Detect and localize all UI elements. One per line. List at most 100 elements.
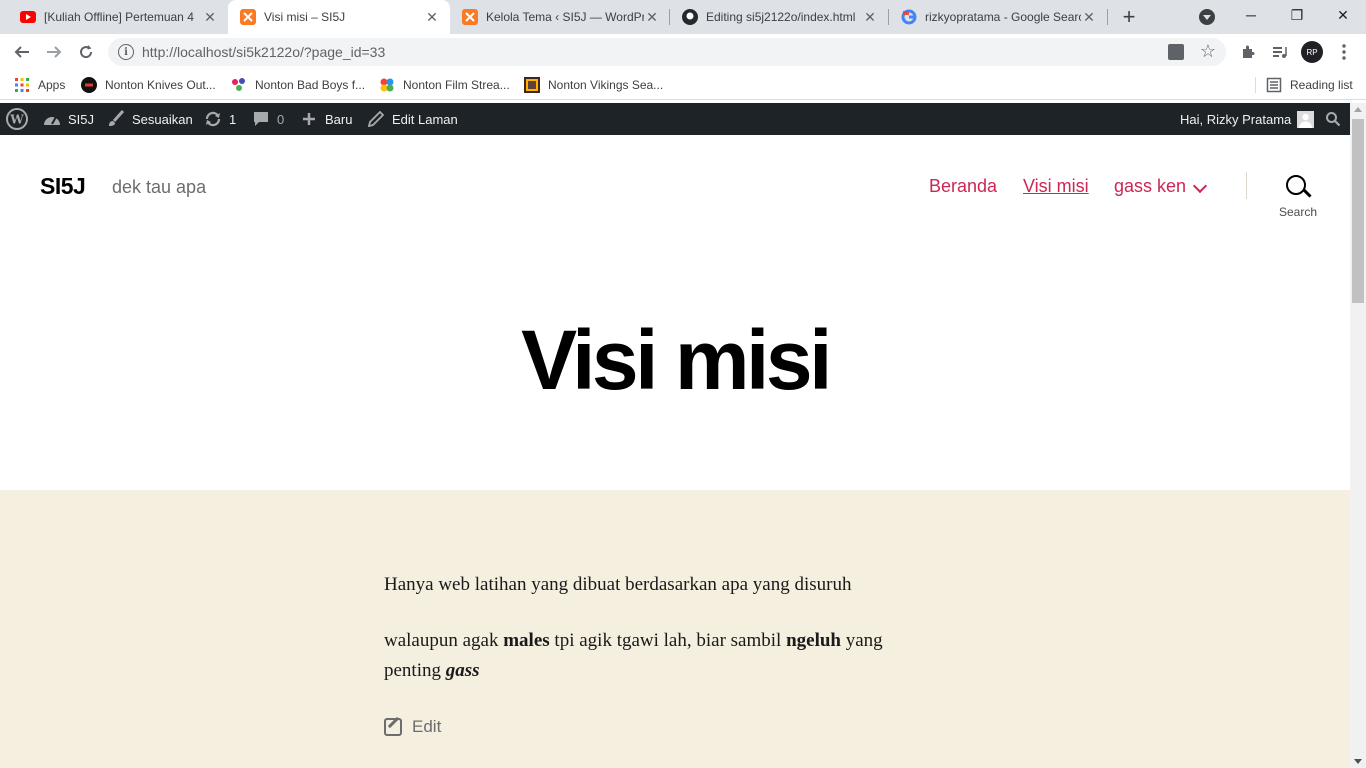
tab-separator [1107,9,1108,25]
adminbar-comments[interactable]: 0 [251,103,284,135]
profile-avatar[interactable]: RP [1301,41,1323,63]
scroll-down-arrow-icon[interactable] [1354,759,1362,764]
adminbar-site-name[interactable]: SI5J [42,103,94,135]
close-icon[interactable]: ✕ [1081,9,1097,25]
page-scrollbar[interactable] [1350,103,1366,768]
site-page: SI5J dek tau apa Beranda Visi misi gass … [0,135,1350,768]
new-tab-button[interactable]: + [1117,4,1141,29]
search-toggle-button[interactable]: Search [1270,173,1326,221]
apps-grid-icon [15,78,29,92]
reading-list-icon [1266,77,1282,93]
reload-button[interactable] [72,38,100,66]
arrow-right-icon [47,46,62,58]
tab-google-search[interactable]: rizkyopratama - Google Search ✕ [889,0,1107,34]
chevron-down-icon[interactable] [1192,178,1208,194]
tab-visi-misi[interactable]: Visi misi – SI5J ✕ [228,0,450,34]
scroll-thumb[interactable] [1352,119,1364,303]
bookmark-label: Nonton Film Strea... [403,78,510,92]
edit-post-link[interactable]: Edit [384,717,441,737]
edit-icon [384,718,402,736]
github-icon [682,9,698,25]
adminbar-new[interactable]: Baru [299,103,352,135]
entry-content: Hanya web latihan yang dibuat berdasarka… [0,490,1350,768]
scroll-up-arrow-icon[interactable] [1354,107,1362,112]
wp-logo-menu[interactable]: W [6,103,28,135]
updates-icon [203,109,223,129]
tab-title: [Kuliah Offline] Pertemuan 4 [44,10,194,24]
bookmark-label: Apps [38,78,66,92]
header-divider [1246,172,1247,199]
close-icon[interactable]: ✕ [862,9,878,25]
bookmark-star-icon[interactable]: ☆ [1200,41,1216,62]
address-bar[interactable]: i http://localhost/si5k2122o/?page_id=33… [108,38,1226,66]
youtube-icon [20,9,36,25]
plus-icon [299,109,319,129]
menu-item-visi-misi[interactable]: Visi misi [1023,176,1089,197]
reload-icon [80,45,93,59]
browser-tab-strip: [Kuliah Offline] Pertemuan 4 ✕ Visi misi… [0,0,1366,34]
tab-github-editing[interactable]: Editing si5j2122o/index.html ✕ [670,0,888,34]
extensions-icon[interactable] [1238,42,1258,62]
tab-title: rizkyopratama - Google Search [925,10,1081,24]
bookmark-vikings[interactable]: Nonton Vikings Sea... [524,76,663,94]
bold-text: males [503,630,550,651]
site-info-icon[interactable]: i [118,44,134,60]
film-icon [232,78,245,91]
adminbar-customize[interactable]: Sesuaikan [106,103,193,135]
menu-item-beranda[interactable]: Beranda [929,176,997,197]
arrow-left-icon [14,46,29,58]
close-icon[interactable]: ✕ [424,9,440,25]
close-icon[interactable]: ✕ [644,9,660,25]
translate-icon[interactable] [1168,44,1184,60]
close-window-button[interactable]: ✕ [1320,0,1366,30]
google-icon [901,9,917,25]
site-description: dek tau apa [112,177,207,197]
adminbar-updates[interactable]: 1 [203,103,236,135]
adminbar-search[interactable] [1325,103,1341,135]
menu-item-gass-ken[interactable]: gass ken [1114,176,1186,197]
wp-admin-bar: W SI5J Sesuaikan 1 0 Baru Edit Laman Hai… [0,103,1366,135]
back-button[interactable] [8,38,36,66]
dashboard-icon [42,109,62,129]
forward-button[interactable] [40,38,68,66]
bookmarks-bar: Apps Nonton Knives Out... Nonton Bad Boy… [0,70,1366,100]
brush-icon [106,109,126,129]
page-title: Visi misi [521,313,832,407]
bookmark-bad-boys[interactable]: Nonton Bad Boys f... [231,76,365,94]
url-text[interactable]: http://localhost/si5k2122o/?page_id=33 [142,44,385,60]
film-icon [380,78,394,92]
tab-title: Visi misi – SI5J [264,10,346,24]
search-icon [1326,112,1341,127]
bookmark-apps[interactable]: Apps [14,76,65,94]
reading-list[interactable]: Reading list [1266,76,1353,94]
media-control-icon[interactable] [1270,42,1290,62]
tab-kuliah-offline[interactable]: [Kuliah Offline] Pertemuan 4 ✕ [8,0,228,34]
adminbar-edit-page[interactable]: Edit Laman [366,103,458,135]
xampp-icon [462,9,478,25]
tab-search-icon[interactable] [1199,9,1215,25]
bookmark-label: Nonton Vikings Sea... [548,78,664,92]
avatar [1297,110,1315,128]
site-title[interactable]: SI5J [40,173,86,200]
tab-kelola-tema[interactable]: Kelola Tema ‹ SI5J — WordPress ✕ [450,0,670,34]
restore-button[interactable]: ❐ [1274,0,1320,30]
comment-icon [251,109,271,129]
search-label: Search [1278,205,1318,219]
xampp-icon [240,9,256,25]
film-icon [524,77,540,93]
bookmark-knives-out[interactable]: Nonton Knives Out... [81,76,216,94]
browser-toolbar: i http://localhost/si5k2122o/?page_id=33… [0,34,1366,70]
film-icon [81,77,97,93]
adminbar-my-account[interactable]: Hai, Rizky Pratama [1180,103,1315,135]
menu-kebab-icon[interactable] [1334,42,1354,62]
minimize-button[interactable]: ─ [1228,0,1274,30]
bookmark-label: Nonton Knives Out... [105,78,216,92]
bookmark-label: Nonton Bad Boys f... [255,78,366,92]
pencil-icon [366,109,386,129]
tab-title: Editing si5j2122o/index.html [706,10,856,24]
close-icon[interactable]: ✕ [202,9,218,25]
bookmarks-separator [1255,77,1256,93]
svg-text:W: W [9,113,24,127]
search-icon [1286,175,1306,195]
bookmark-film-strea[interactable]: Nonton Film Strea... [379,76,510,94]
